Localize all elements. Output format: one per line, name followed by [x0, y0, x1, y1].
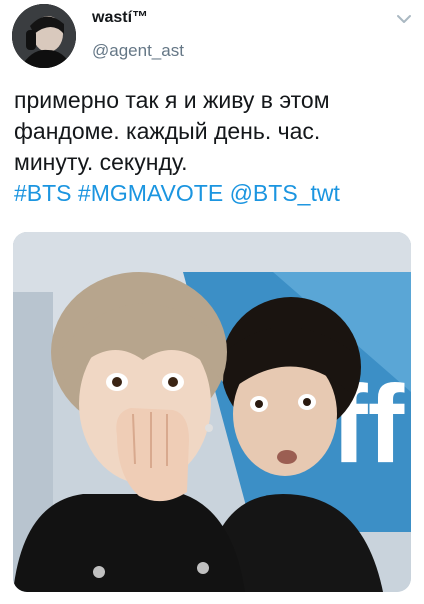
hashtag-bts[interactable]: #BTS: [14, 180, 72, 206]
user-handle[interactable]: @agent_ast: [92, 40, 184, 62]
avatar[interactable]: [12, 4, 76, 68]
hashtag-line: #BTS #MGMAVOTE @BTS_twt: [14, 178, 414, 209]
chevron-down-icon[interactable]: [394, 12, 414, 28]
tweet-text: примерно так я и живу в этом фандоме. ка…: [14, 85, 414, 209]
tweet-card[interactable]: ᴡastí™ @agent_ast примерно так я и живу …: [0, 0, 424, 604]
hashtag-mgmavote[interactable]: #MGMAVOTE: [78, 180, 223, 206]
tweet-media-image[interactable]: ff: [13, 232, 411, 592]
tweet-text-line: примерно так я и живу в этом: [14, 87, 330, 113]
display-name[interactable]: ᴡastí™: [92, 8, 184, 28]
tweet-text-line: фандоме. каждый день. час.: [14, 118, 321, 144]
mention-bts-twt[interactable]: @BTS_twt: [230, 180, 340, 206]
tweet-text-line: минуту. секунду.: [14, 149, 188, 175]
